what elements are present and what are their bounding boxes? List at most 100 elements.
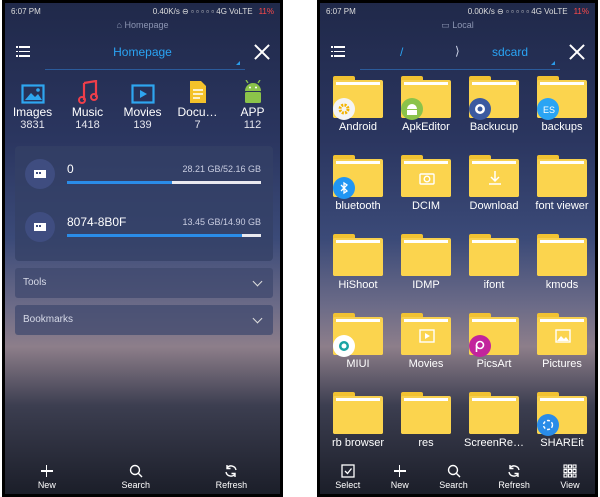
new-button[interactable]: New [391,462,409,490]
status-battery: 11% [258,7,274,16]
shareit-icon [537,414,559,436]
storage-size: 13.45 GB/14.90 GB [182,217,261,227]
folder-item[interactable]: ifont [464,231,524,309]
homepage-screen: 6:07 PM 0.40K/s ⊖ ▫ ▫ ▫ ▫ ▫ 4G VoLTE 11%… [5,3,280,494]
folder-icon [333,234,383,276]
folder-name: ApkEditor [402,121,450,133]
folder-item[interactable]: ES backups [532,73,592,151]
storage-name: 8074-8B0F [67,215,127,229]
folder-item[interactable]: Backucup [464,73,524,151]
storage-name: 0 [67,162,74,176]
storage-item[interactable]: 8074-8B0F 13.45 GB/14.90 GB [15,203,273,251]
title-underline [45,69,245,70]
folder-item[interactable]: Download [464,152,524,230]
search-button[interactable]: Search [121,462,150,490]
checkbox-icon [335,462,360,480]
category-movies[interactable]: Movies 139 [115,78,170,131]
category-app[interactable]: APP 112 [225,78,280,131]
category-music[interactable]: Music 1418 [60,78,115,131]
folder-item[interactable]: Android [328,73,388,151]
folder-item[interactable]: bluetooth [328,152,388,230]
miui-icon [333,335,355,357]
android-icon [225,78,280,104]
storage-panel: 0 28.21 GB/52.16 GB 8074-8B0F 13.45 GB/1… [15,146,273,261]
grid-view-icon [560,462,579,480]
search-icon [439,462,468,480]
view-button[interactable]: View [560,462,580,490]
close-icon[interactable] [569,44,585,60]
left-phone-screen: 6:07 PM 0.40K/s ⊖ ▫ ▫ ▫ ▫ ▫ 4G VoLTE 11%… [2,0,283,497]
folder-item[interactable]: HiShoot [328,231,388,309]
refresh-button[interactable]: Refresh [498,462,530,490]
path-separator: ⟩ [455,44,460,58]
folder-item[interactable]: PicsArt [464,310,524,388]
title-underline [360,69,560,70]
refresh-button[interactable]: Refresh [216,462,248,490]
category-images[interactable]: Images 3831 [5,78,60,131]
close-icon[interactable] [254,44,270,60]
folder-item[interactable]: Pictures [532,310,592,388]
status-network: 0.40K/s ⊖ ▫ ▫ ▫ ▫ ▫ 4G VoLTE [152,7,253,16]
folder-item[interactable]: MIUI [328,310,388,388]
menu-icon[interactable] [331,46,345,57]
folder-name: Pictures [542,358,582,370]
tools-section[interactable]: Tools [15,268,273,298]
folder-item[interactable]: font viewer [532,152,592,230]
folder-item[interactable]: kmods [532,231,592,309]
music-icon [60,78,115,104]
folder-icon [401,234,451,276]
folder-icon [537,392,587,436]
gear-icon [333,98,355,120]
category-documents[interactable]: Docu… 7 [170,78,225,131]
right-phone-screen: 6:07 PM 0.00K/s ⊖ ▫ ▫ ▫ ▫ ▫ 4G VoLTE 11%… [317,0,598,497]
folder-name: res [418,437,434,449]
bookmarks-section[interactable]: Bookmarks [15,305,273,335]
path-current[interactable]: sdcard [492,45,528,59]
photo-icon [469,98,491,120]
es-icon: ES [537,98,559,120]
folder-icon [537,155,587,197]
folder-item[interactable]: DCIM [396,152,456,230]
bottom-toolbar: Select New Search Refresh View [320,454,595,494]
select-button[interactable]: Select [335,462,360,490]
category-row: Images 3831 Music 1418 Movies 139 Docu… … [5,78,280,131]
picture-icon [552,325,574,347]
folder-icon [333,392,383,434]
page-title[interactable]: Homepage [5,45,280,59]
storage-bar [67,181,261,184]
folder-icon [401,155,451,197]
folder-icon [401,392,451,434]
search-button[interactable]: Search [439,462,468,490]
folder-name: Android [339,121,377,133]
folder-name: ScreenRe… [464,437,524,449]
header-hint: ⌂ Homepage [116,20,169,30]
folder-item[interactable]: Movies [396,310,456,388]
folder-item[interactable]: ApkEditor [396,73,456,151]
folder-name: HiShoot [338,279,378,291]
folder-name: SHAREit [540,437,584,449]
storage-fill [67,181,172,184]
category-label: Docu… [177,105,218,119]
bluetooth-icon [333,177,355,199]
storage-item[interactable]: 0 28.21 GB/52.16 GB [15,150,273,198]
folder-icon [333,155,383,199]
section-label: Bookmarks [23,314,74,325]
chevron-down-icon [252,276,263,287]
refresh-icon [216,462,248,480]
picsart-icon [469,335,491,357]
top-bar: Homepage [5,33,280,71]
folder-name: DCIM [411,200,441,212]
folder-icon [469,155,519,197]
status-time: 6:07 PM [11,7,41,16]
storage-bar [67,234,261,237]
folder-name: bluetooth [335,200,381,212]
document-icon [170,78,225,104]
folder-name: font viewer [535,200,589,212]
folder-icon [469,234,519,276]
category-count: 112 [243,119,262,131]
folder-icon [333,76,383,120]
folder-item[interactable]: IDMP [396,231,456,309]
new-button[interactable]: New [38,462,56,490]
folder-icon: ES [537,76,587,120]
path-root[interactable]: / [400,45,403,59]
